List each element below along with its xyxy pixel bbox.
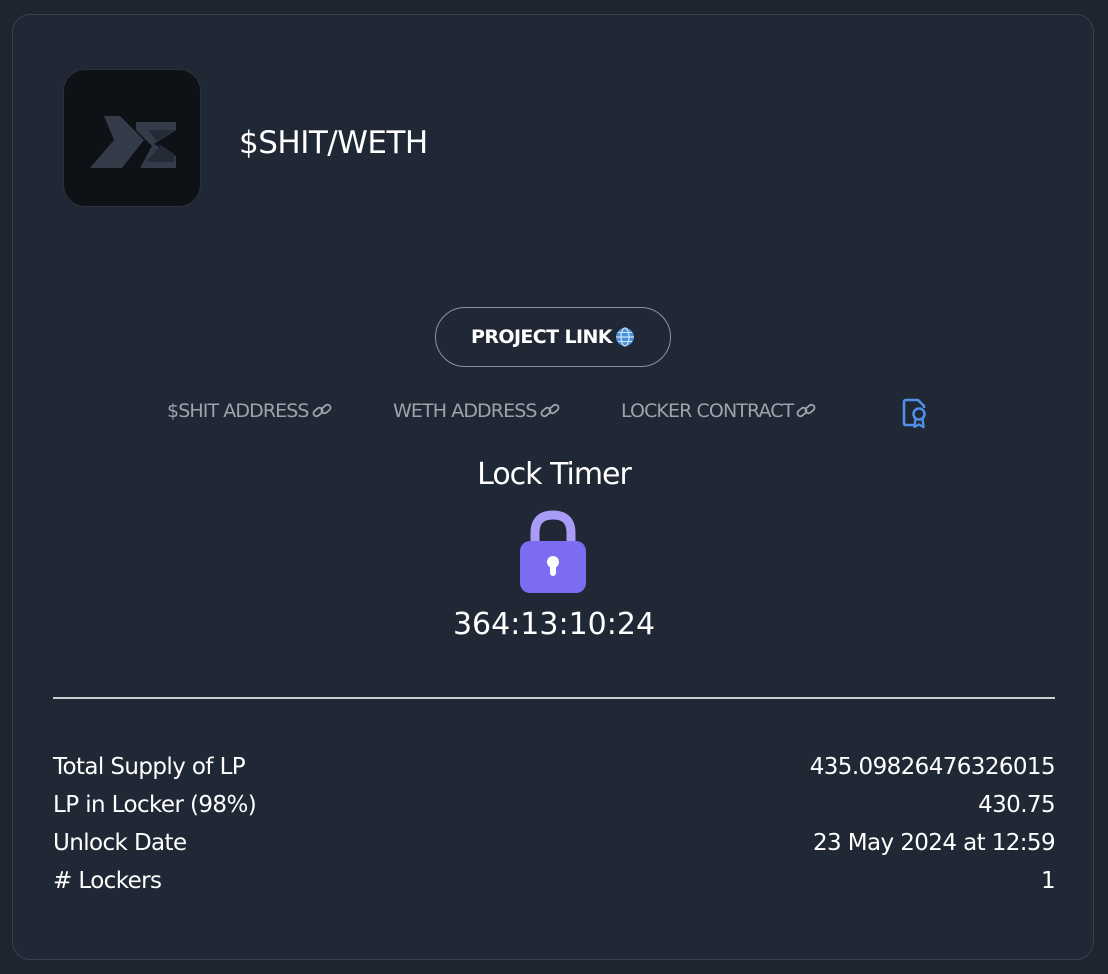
pair-title: $SHIT/WETH: [239, 125, 428, 161]
stat-row-total-supply: Total Supply of LP 435.09826476326015: [53, 748, 1056, 786]
link-icon: [312, 403, 332, 418]
stat-label: Total Supply of LP: [53, 754, 246, 780]
lock-countdown: 364:13:10:24: [452, 607, 656, 642]
link-icon: [540, 403, 559, 418]
token-logo: [63, 69, 201, 207]
lock-details-card: $SHIT/WETH PROJECT LINK $SHIT ADDRESS WE…: [12, 14, 1094, 960]
project-link-label: PROJECT LINK: [471, 326, 612, 348]
stat-label: Unlock Date: [53, 830, 187, 856]
stat-label: # Lockers: [53, 868, 162, 894]
chevron-logo-icon: [90, 116, 176, 168]
locker-contract-label: LOCKER CONTRACT: [621, 400, 794, 422]
stat-label: LP in Locker (98%): [53, 792, 257, 818]
lock-timer-title: Lock Timer: [477, 457, 632, 492]
stat-row-lp-in-locker: LP in Locker (98%) 430.75: [53, 786, 1056, 824]
weth-address-link[interactable]: WETH ADDRESS: [393, 400, 561, 422]
certificate-icon[interactable]: [901, 397, 929, 429]
weth-address-label: WETH ADDRESS: [393, 400, 537, 422]
stat-value: 435.09826476326015: [809, 754, 1056, 780]
stat-row-lockers: # Lockers 1: [53, 862, 1056, 900]
address-links-row: $SHIT ADDRESS WETH ADDRESS LOCKER CONTRA…: [13, 397, 1095, 429]
stat-row-unlock-date: Unlock Date 23 May 2024 at 12:59: [53, 824, 1056, 862]
stat-value: 1: [1040, 868, 1056, 894]
stat-value: 430.75: [978, 792, 1055, 818]
globe-icon: [615, 327, 634, 347]
divider: [53, 697, 1055, 699]
project-link-button[interactable]: PROJECT LINK: [435, 307, 671, 367]
stats-list: Total Supply of LP 435.09826476326015 LP…: [53, 748, 1056, 900]
stat-value: 23 May 2024 at 12:59: [813, 830, 1056, 856]
locker-contract-link[interactable]: LOCKER CONTRACT: [621, 400, 817, 422]
shit-address-link[interactable]: $SHIT ADDRESS: [167, 400, 333, 422]
link-icon: [796, 403, 816, 418]
padlock-icon: [520, 510, 586, 593]
shit-address-label: $SHIT ADDRESS: [167, 400, 309, 422]
